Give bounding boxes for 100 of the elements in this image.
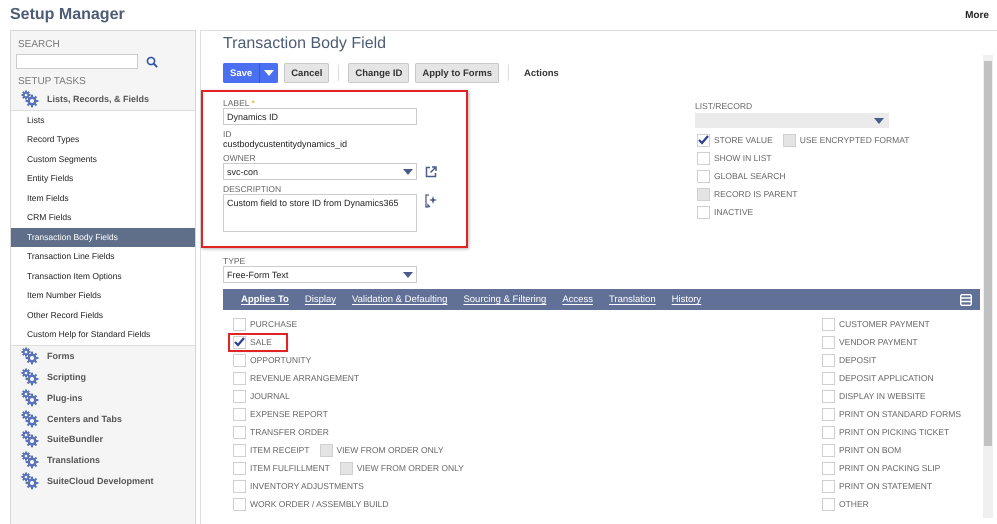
sidebar-group[interactable]: Scripting (11, 366, 195, 388)
sidebar-item[interactable]: Transaction Line Fields (11, 247, 195, 267)
checkbox-option[interactable]: STORE VALUE (695, 132, 775, 148)
checkbox-label: SHOW IN LIST (714, 153, 772, 163)
field-label: LABEL * (223, 98, 256, 108)
checkbox-label: PURCHASE (250, 319, 298, 329)
sidebar-item[interactable]: Custom Segments (11, 150, 195, 170)
checkbox-option[interactable]: WORK ORDER / ASSEMBLY BUILD (231, 496, 391, 512)
owner-dropdown[interactable]: svc-con (223, 163, 417, 180)
sidebar-item[interactable]: Item Fields (11, 188, 195, 208)
checkbox-label: ITEM RECEIPT (250, 445, 310, 455)
gears-icon (20, 90, 40, 108)
menu-icon[interactable] (960, 294, 972, 306)
description-field[interactable]: Custom field to store ID from Dynamics365 (223, 194, 417, 232)
checkbox-option[interactable]: PURCHASE (231, 316, 300, 332)
sidebar-item[interactable]: CRM Fields (11, 208, 195, 228)
sparkle-icon[interactable] (425, 194, 439, 208)
checkbox-option[interactable]: REVENUE ARRANGEMENT (231, 370, 362, 386)
sidebar-group[interactable]: Lists, Records, & Fields (11, 89, 195, 110)
checkbox-option[interactable]: SHOW IN LIST (695, 150, 774, 166)
tab[interactable]: Sourcing & Filtering (455, 289, 554, 310)
type-dropdown[interactable]: Free-Form Text (223, 266, 417, 283)
checkbox-option[interactable]: INVENTORY ADJUSTMENTS (231, 478, 366, 494)
checkbox-label: RECORD IS PARENT (714, 189, 798, 199)
external-link-icon[interactable] (425, 166, 437, 178)
sidebar-item[interactable]: Record Types (11, 130, 195, 150)
checkbox-option[interactable]: INACTIVE (695, 204, 756, 220)
checkbox-option[interactable]: CUSTOMER PAYMENT (820, 316, 932, 332)
field-label: OWNER (223, 153, 257, 163)
checkbox-option[interactable]: JOURNAL (231, 388, 292, 404)
sidebar-group[interactable]: Plug-ins (11, 387, 195, 408)
sidebar-item[interactable]: Entity Fields (11, 169, 195, 189)
checkbox-option[interactable]: PRINT ON BOM (820, 442, 904, 458)
checkbox-option[interactable]: VENDOR PAYMENT (820, 334, 920, 350)
checkbox-option[interactable]: EXPENSE REPORT (231, 406, 330, 422)
list-record-dropdown[interactable] (695, 113, 889, 128)
checkbox-label: VIEW FROM ORDER ONLY (336, 445, 444, 455)
checkbox-label: INACTIVE (714, 207, 754, 217)
sidebar-item[interactable]: Other Record Fields (11, 306, 195, 326)
label-field[interactable]: Dynamics ID (223, 108, 417, 125)
checkbox-label: SALE (250, 337, 272, 347)
more-link[interactable]: More (965, 10, 989, 20)
checkbox-label: DEPOSIT APPLICATION (839, 373, 934, 383)
save-options-button[interactable] (259, 63, 278, 83)
toolbar-button[interactable]: Cancel (284, 63, 330, 83)
checkbox-option[interactable]: GLOBAL SEARCH (695, 168, 788, 184)
sidebar-group[interactable]: Forms (11, 346, 195, 367)
checkbox-option[interactable]: DEPOSIT (820, 352, 878, 368)
checkbox-option[interactable]: PRINT ON STATEMENT (820, 478, 934, 494)
scrollbar[interactable] (983, 55, 993, 518)
checkbox-option[interactable]: DISPLAY IN WEBSITE (820, 388, 928, 404)
checkbox-option[interactable]: ITEM RECEIPT (231, 442, 312, 458)
sidebar-group[interactable]: Translations (11, 450, 195, 471)
toolbar-button[interactable]: Apply to Forms (415, 63, 499, 83)
checkbox-label: DISPLAY IN WEBSITE (839, 391, 926, 401)
checkbox[interactable] (233, 336, 246, 348)
page-title: Setup Manager (10, 6, 125, 24)
sidebar-item[interactable]: Transaction Body Fields (11, 228, 195, 248)
checkbox-option[interactable]: OPPORTUNITY (231, 352, 314, 368)
checkbox-label: DEPOSIT (839, 355, 876, 365)
tab[interactable]: Validation & Defaulting (344, 289, 456, 310)
checkbox-label: PRINT ON PACKING SLIP (839, 463, 940, 473)
search-icon[interactable] (146, 56, 158, 68)
checkbox-label: PRINT ON PICKING TICKET (839, 427, 950, 437)
field-label: DESCRIPTION (223, 184, 282, 194)
checkbox-option[interactable]: TRANSFER ORDER (231, 424, 331, 440)
checkbox-option[interactable]: DEPOSIT APPLICATION (820, 370, 936, 386)
checkbox-label: OPPORTUNITY (250, 355, 312, 365)
sidebar-item[interactable]: Custom Help for Standard Fields (11, 325, 195, 345)
checkbox-option[interactable]: PRINT ON STANDARD FORMS (820, 406, 963, 422)
checkbox-option[interactable]: OTHER (820, 496, 871, 512)
tab[interactable]: Applies To (233, 289, 297, 310)
sidebar-item[interactable]: Transaction Item Options (11, 266, 195, 286)
checkbox[interactable] (697, 134, 710, 146)
tab[interactable]: Access (554, 289, 601, 310)
search-field[interactable] (16, 54, 138, 69)
tab[interactable]: Display (296, 289, 344, 310)
checkbox-label: USE ENCRYPTED FORMAT (800, 135, 910, 145)
sidebar-group[interactable]: SuiteBundler (11, 428, 195, 450)
sidebar-item[interactable]: Lists (11, 110, 195, 130)
checkbox-label: PRINT ON STATEMENT (839, 481, 932, 491)
checkbox-option[interactable]: ITEM FULFILLMENT (231, 460, 332, 476)
gears-icon (20, 472, 40, 490)
sidebar-group[interactable]: SuiteCloud Development (11, 470, 195, 492)
field-label: TYPE (223, 256, 246, 266)
field-label: ID (223, 129, 232, 139)
actions-menu[interactable]: Actions (518, 68, 565, 78)
checkbox-option[interactable]: PRINT ON PACKING SLIP (820, 460, 942, 476)
gears-icon (20, 430, 40, 448)
checkbox-option[interactable]: PRINT ON PICKING TICKET (820, 424, 952, 440)
gears-icon (20, 368, 40, 386)
highlight-frame[interactable]: SALE (230, 334, 286, 350)
sidebar-group[interactable]: Centers and Tabs (11, 408, 195, 429)
toolbar-button[interactable]: Change ID (348, 63, 410, 83)
checkbox-label: VIEW FROM ORDER ONLY (356, 463, 464, 473)
tab[interactable]: History (664, 289, 710, 310)
field-label: LIST/RECORD (695, 101, 754, 111)
tab[interactable]: Translation (600, 289, 664, 310)
checkbox-label: STORE VALUE (714, 135, 773, 145)
sidebar-item[interactable]: Item Number Fields (11, 286, 195, 306)
